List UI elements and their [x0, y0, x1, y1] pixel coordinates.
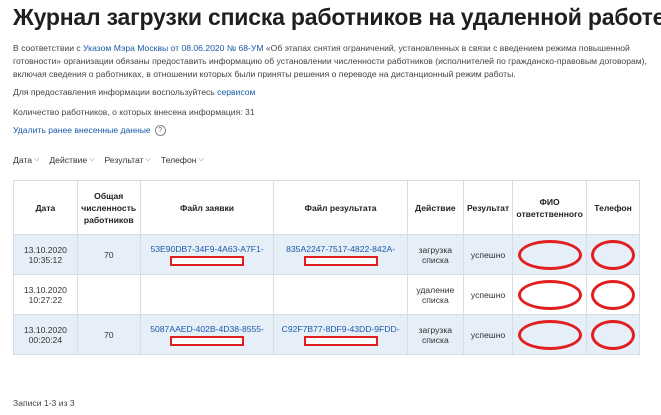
header-phone[interactable]: Телефон — [586, 180, 640, 235]
delete-data-link[interactable]: Удалить ранее внесенные данные ? — [13, 124, 166, 137]
action-cell: загрузка списка — [406, 234, 464, 275]
page-title: Журнал загрузки списка работников на уда… — [13, 4, 661, 30]
filter-label: Результат — [104, 155, 144, 165]
request-file-cell[interactable]: 53E90DB7-34F9-4A63-A7F1- — [139, 234, 275, 275]
filter-phone[interactable]: Телефон ⌵ — [161, 155, 204, 165]
table-row: 13.10.2020 10:35:12 70 53E90DB7-34F9-4A63… — [13, 234, 640, 275]
responsible-cell — [512, 314, 588, 355]
redaction-oval — [591, 319, 636, 350]
redaction-box — [170, 255, 245, 266]
action-cell: загрузка списка — [406, 314, 464, 355]
service-text: Для предоставления информации воспользуй… — [13, 87, 218, 97]
filter-bar: Дата ⌵ Действие ⌵ Результат ⌵ Телефон ⌵ — [13, 155, 204, 165]
time-value: 00:20:24 — [28, 334, 63, 345]
header-result-file[interactable]: Файл результата — [273, 180, 408, 235]
time-value: 10:35:12 — [28, 254, 63, 265]
request-file-link[interactable]: 53E90DB7-34F9-4A63-A7F1- — [150, 244, 263, 254]
count-cell: 70 — [76, 234, 141, 275]
table-header-row: Дата Общая численность работников Файл з… — [13, 180, 640, 235]
result-file-cell — [273, 274, 408, 315]
worker-count: Количество работников, о которых внесена… — [13, 107, 255, 117]
action-cell: удаление списка — [406, 274, 464, 315]
responsible-cell — [512, 234, 588, 275]
header-responsible[interactable]: ФИО ответственного — [512, 180, 588, 235]
phone-cell — [586, 274, 640, 315]
redaction-oval — [591, 239, 636, 270]
delete-data-label[interactable]: Удалить ранее внесенные данные — [13, 124, 151, 137]
table-row: 13.10.2020 00:20:24 70 5087AAED-402B-4D38… — [13, 314, 640, 355]
date-value: 13.10.2020 — [23, 284, 67, 295]
date-value: 13.10.2020 — [23, 324, 67, 335]
upload-log-table: Дата Общая численность работников Файл з… — [13, 180, 640, 355]
filter-label: Действие — [49, 155, 88, 165]
header-result[interactable]: Результат — [462, 180, 514, 235]
date-value: 13.10.2020 — [23, 244, 67, 255]
decree-link[interactable]: Указом Мэра Москвы от 08.06.2020 № 68-УМ — [83, 43, 263, 53]
result-cell: успешно — [462, 314, 514, 355]
help-icon[interactable]: ? — [154, 125, 166, 136]
result-cell: успешно — [462, 234, 514, 275]
redaction-box — [170, 335, 245, 346]
phone-cell — [586, 314, 640, 355]
chevron-down-icon: ⌵ — [89, 156, 95, 163]
chevron-down-icon: ⌵ — [34, 156, 40, 163]
result-cell: успешно — [462, 274, 514, 315]
count-cell — [76, 274, 141, 315]
redaction-box — [303, 335, 378, 346]
time-value: 10:27:22 — [28, 294, 63, 305]
responsible-cell — [512, 274, 588, 315]
header-count[interactable]: Общая численность работников — [76, 180, 141, 235]
redaction-oval — [517, 319, 582, 350]
records-counter: Записи 1-3 из 3 — [13, 398, 75, 408]
result-file-cell[interactable]: 835A2247-7517-4822-842A- — [273, 234, 408, 275]
service-link[interactable]: сервисом — [217, 87, 255, 97]
request-file-cell[interactable]: 5087AAED-402B-4D38-8555- — [139, 314, 275, 355]
chevron-down-icon: ⌵ — [198, 156, 204, 163]
header-date[interactable]: Дата — [13, 180, 78, 235]
phone-cell — [586, 234, 640, 275]
request-file-cell — [139, 274, 275, 315]
date-cell: 13.10.2020 10:27:22 — [13, 274, 78, 315]
redaction-box — [303, 255, 378, 266]
filter-result[interactable]: Результат ⌵ — [104, 155, 150, 165]
count-cell: 70 — [76, 314, 141, 355]
intro-prefix: В соответствии с — [13, 43, 84, 53]
header-action[interactable]: Действие — [406, 180, 464, 235]
redaction-oval — [517, 239, 582, 270]
date-cell: 13.10.2020 10:35:12 — [13, 234, 78, 275]
filter-label: Дата — [13, 155, 33, 165]
redaction-oval — [591, 279, 636, 310]
result-file-link[interactable]: C92F7B77-8DF9-43DD-9FDD- — [282, 324, 400, 334]
chevron-down-icon: ⌵ — [145, 156, 151, 163]
header-request-file[interactable]: Файл заявки — [139, 180, 275, 235]
filter-action[interactable]: Действие ⌵ — [49, 155, 94, 165]
intro-paragraph: В соответствии с Указом Мэра Москвы от 0… — [13, 42, 648, 81]
date-cell: 13.10.2020 00:20:24 — [13, 314, 78, 355]
filter-label: Телефон — [160, 155, 197, 165]
redaction-oval — [517, 279, 582, 310]
result-file-cell[interactable]: C92F7B77-8DF9-43DD-9FDD- — [273, 314, 408, 355]
request-file-link[interactable]: 5087AAED-402B-4D38-8555- — [150, 324, 264, 334]
service-line: Для предоставления информации воспользуй… — [13, 86, 255, 99]
table-row: 13.10.2020 10:27:22 удаление списка успеш… — [13, 274, 640, 315]
filter-date[interactable]: Дата ⌵ — [13, 155, 39, 165]
result-file-link[interactable]: 835A2247-7517-4822-842A- — [286, 244, 395, 254]
